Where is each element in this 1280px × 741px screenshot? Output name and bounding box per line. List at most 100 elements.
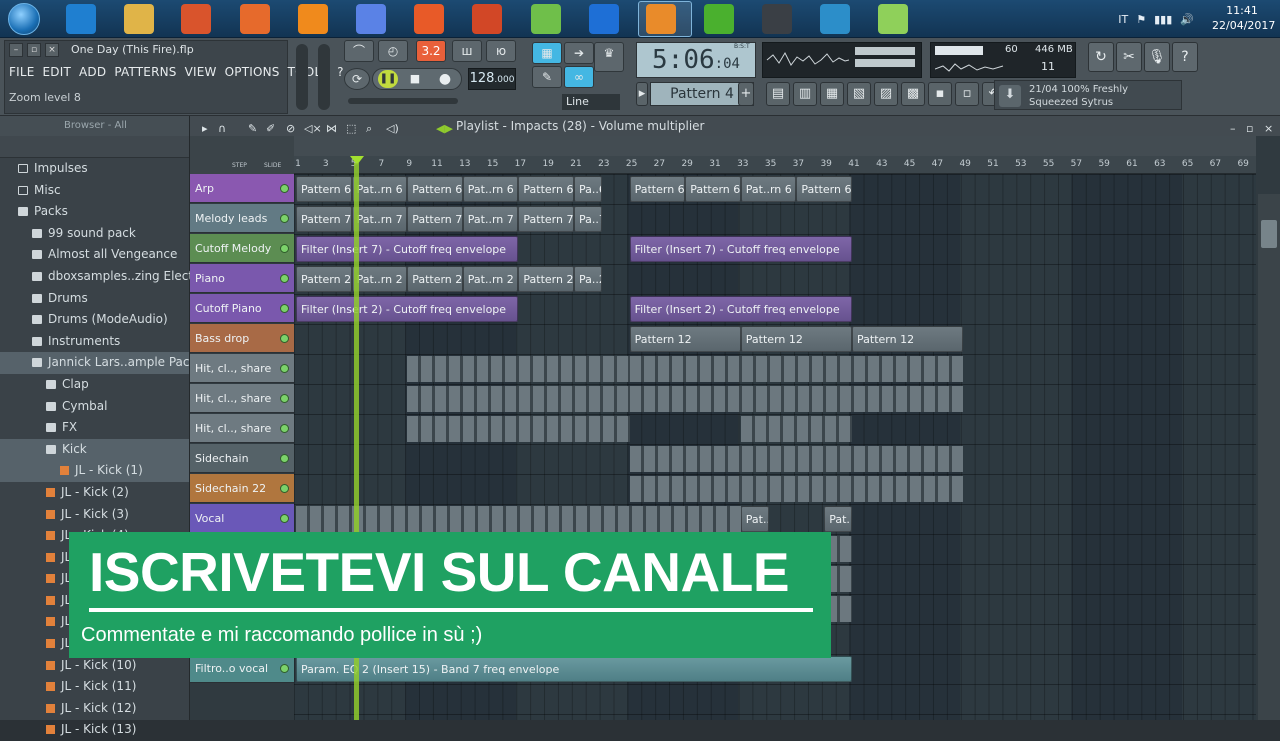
utorrent-icon[interactable] (704, 4, 734, 34)
piano-roll-icon[interactable]: ▥ (793, 82, 817, 106)
menu-patterns[interactable]: PATTERNS (114, 65, 176, 79)
channel-rack-icon[interactable]: ▦ (820, 82, 844, 106)
automation-clip[interactable]: Param. EQ 2 (Insert 15) - Band 7 freq en… (296, 656, 852, 682)
pattern-clip[interactable]: Pattern 6 (629, 176, 686, 202)
pattern-clip[interactable]: Pat..rn 6 (351, 176, 408, 202)
browser-item[interactable]: JL - Kick (12) (0, 698, 189, 720)
snap-button[interactable]: 3.2 (416, 40, 446, 62)
pattern-clip[interactable]: Pattern 6 (296, 176, 352, 202)
track-mute-led[interactable] (280, 364, 289, 373)
mixer-icon[interactable]: ▧ (847, 82, 871, 106)
teamviewer-icon[interactable] (589, 4, 619, 34)
browser-item[interactable]: Drums (0, 288, 189, 310)
browser-item[interactable]: JL - Kick (2) (0, 482, 189, 504)
pattern-clip[interactable]: Pattern 6 (685, 176, 741, 202)
timeline-scrollbar[interactable] (294, 136, 1256, 156)
browser-item[interactable]: Misc (0, 180, 189, 202)
browser-item[interactable]: Cymbal (0, 396, 189, 418)
automation-clip[interactable]: Filter (Insert 7) - Cutoff freq envelope (296, 236, 519, 262)
pattern-clip-strip[interactable] (740, 416, 852, 442)
track-header[interactable]: Piano (190, 264, 294, 293)
browser-item[interactable]: JL - Kick (11) (0, 676, 189, 698)
track-mute-led[interactable] (280, 454, 289, 463)
minimize-icon[interactable]: – (9, 43, 23, 57)
pencil-icon[interactable]: ✎ (532, 66, 562, 88)
track-mute-led[interactable] (280, 664, 289, 673)
pattern-clip[interactable]: Pattern 7 (518, 206, 574, 232)
browser-item[interactable]: 99 sound pack (0, 223, 189, 245)
track-mute-led[interactable] (280, 394, 289, 403)
pattern-clip[interactable]: Pattern 2 (518, 266, 574, 292)
track-header[interactable]: Filtro..o vocal (190, 654, 294, 683)
tuner-icon[interactable]: ♛ (594, 42, 624, 72)
playlist-vscroll[interactable] (1258, 194, 1280, 720)
pattern-clip-strip[interactable] (629, 356, 964, 382)
menu-help[interactable]: ? (337, 65, 344, 79)
winamp-icon[interactable] (414, 4, 444, 34)
network-icon[interactable] (531, 4, 561, 34)
touch-controller-icon[interactable]: ▫ (955, 82, 979, 106)
browser-icon[interactable]: ▨ (874, 82, 898, 106)
news-panel[interactable]: ⬇ 21/04 100% Freshly Squeezed Sytrus (994, 80, 1182, 110)
pattern-clip[interactable]: Pat..rn 2 (462, 266, 519, 292)
menu-edit[interactable]: EDIT (43, 65, 72, 79)
browser-item[interactable]: Packs (0, 201, 189, 223)
pattern-clip[interactable]: Pa..6 (574, 176, 602, 202)
track-mute-led[interactable] (280, 244, 289, 253)
browser-item[interactable]: JL - Kick (3) (0, 504, 189, 526)
start-button[interactable] (8, 3, 40, 35)
track-header[interactable]: Bass drop (190, 324, 294, 353)
track-mute-led[interactable] (280, 214, 289, 223)
track-header[interactable]: Hit, cl.., share (190, 354, 294, 383)
pattern-clip-strip[interactable] (629, 386, 964, 412)
wait-input-icon[interactable]: ю (486, 40, 516, 62)
volume-icon[interactable]: 🔊 (1180, 13, 1194, 26)
pattern-clip[interactable]: Pattern 2 (407, 266, 463, 292)
countdown-icon[interactable]: ◴ (378, 40, 408, 62)
network-icon[interactable]: ▮▮▮ (1154, 13, 1172, 26)
taskbar-clock[interactable]: 11:41 22/04/2017 (1212, 3, 1275, 33)
close-icon[interactable]: × (1264, 119, 1273, 139)
pattern-clip[interactable]: Pat..6 (824, 506, 852, 532)
project-icon[interactable]: ▪ (928, 82, 952, 106)
track-header[interactable]: Hit, cl.., share (190, 384, 294, 413)
menu-add[interactable]: ADD (79, 65, 106, 79)
browser-item[interactable]: Clap (0, 374, 189, 396)
pattern-clip[interactable]: Pat..rn 7 (351, 206, 408, 232)
automation-clip[interactable]: Filter (Insert 2) - Cutoff freq envelope (629, 296, 852, 322)
vscroll-thumb[interactable] (1261, 220, 1277, 248)
pattern-clip[interactable]: Pat..rn 6 (462, 176, 519, 202)
browser-item[interactable]: Almost all Vengeance (0, 244, 189, 266)
vlc-icon[interactable] (298, 4, 328, 34)
pattern-clip-strip[interactable] (296, 506, 741, 532)
master-volume-slider[interactable] (296, 44, 308, 110)
pattern-clip[interactable]: Pat..6 (740, 506, 769, 532)
help-icon[interactable]: ? (1172, 42, 1198, 72)
browser-item[interactable]: Kick (0, 438, 189, 461)
track-mute-led[interactable] (280, 334, 289, 343)
track-mute-led[interactable] (280, 514, 289, 523)
track-mute-led[interactable] (280, 184, 289, 193)
pattern-clip-strip[interactable] (407, 416, 630, 442)
internet-explorer-icon[interactable] (66, 4, 96, 34)
pattern-clip[interactable]: Pattern 6 (407, 176, 463, 202)
master-pitch-slider[interactable] (318, 44, 330, 110)
track-header[interactable]: Hit, cl.., share (190, 414, 294, 443)
pattern-clip[interactable]: Pattern 7 (296, 206, 352, 232)
playlist-icon[interactable]: ▤ (766, 82, 790, 106)
plugin-picker-icon[interactable]: ▩ (901, 82, 925, 106)
pattern-clip[interactable]: Pat..rn 2 (351, 266, 408, 292)
track-header[interactable]: Sidechain 22 (190, 474, 294, 503)
pattern-clip[interactable]: Pattern 12 (629, 326, 741, 352)
record-icon[interactable]: ● (436, 70, 454, 88)
browser-item[interactable]: Impulses (0, 158, 189, 180)
track-mute-led[interactable] (280, 484, 289, 493)
menu-file[interactable]: FILE (9, 65, 35, 79)
pattern-clip-strip[interactable] (629, 476, 964, 502)
pattern-clip[interactable]: Pat..rn 7 (462, 206, 519, 232)
track-mute-led[interactable] (280, 274, 289, 283)
microphone-icon[interactable]: 🎙 (1144, 42, 1170, 72)
pattern-clip[interactable]: Pattern 7 (407, 206, 463, 232)
tempo-display[interactable]: 128.000 (468, 68, 516, 90)
media-icon[interactable] (181, 4, 211, 34)
